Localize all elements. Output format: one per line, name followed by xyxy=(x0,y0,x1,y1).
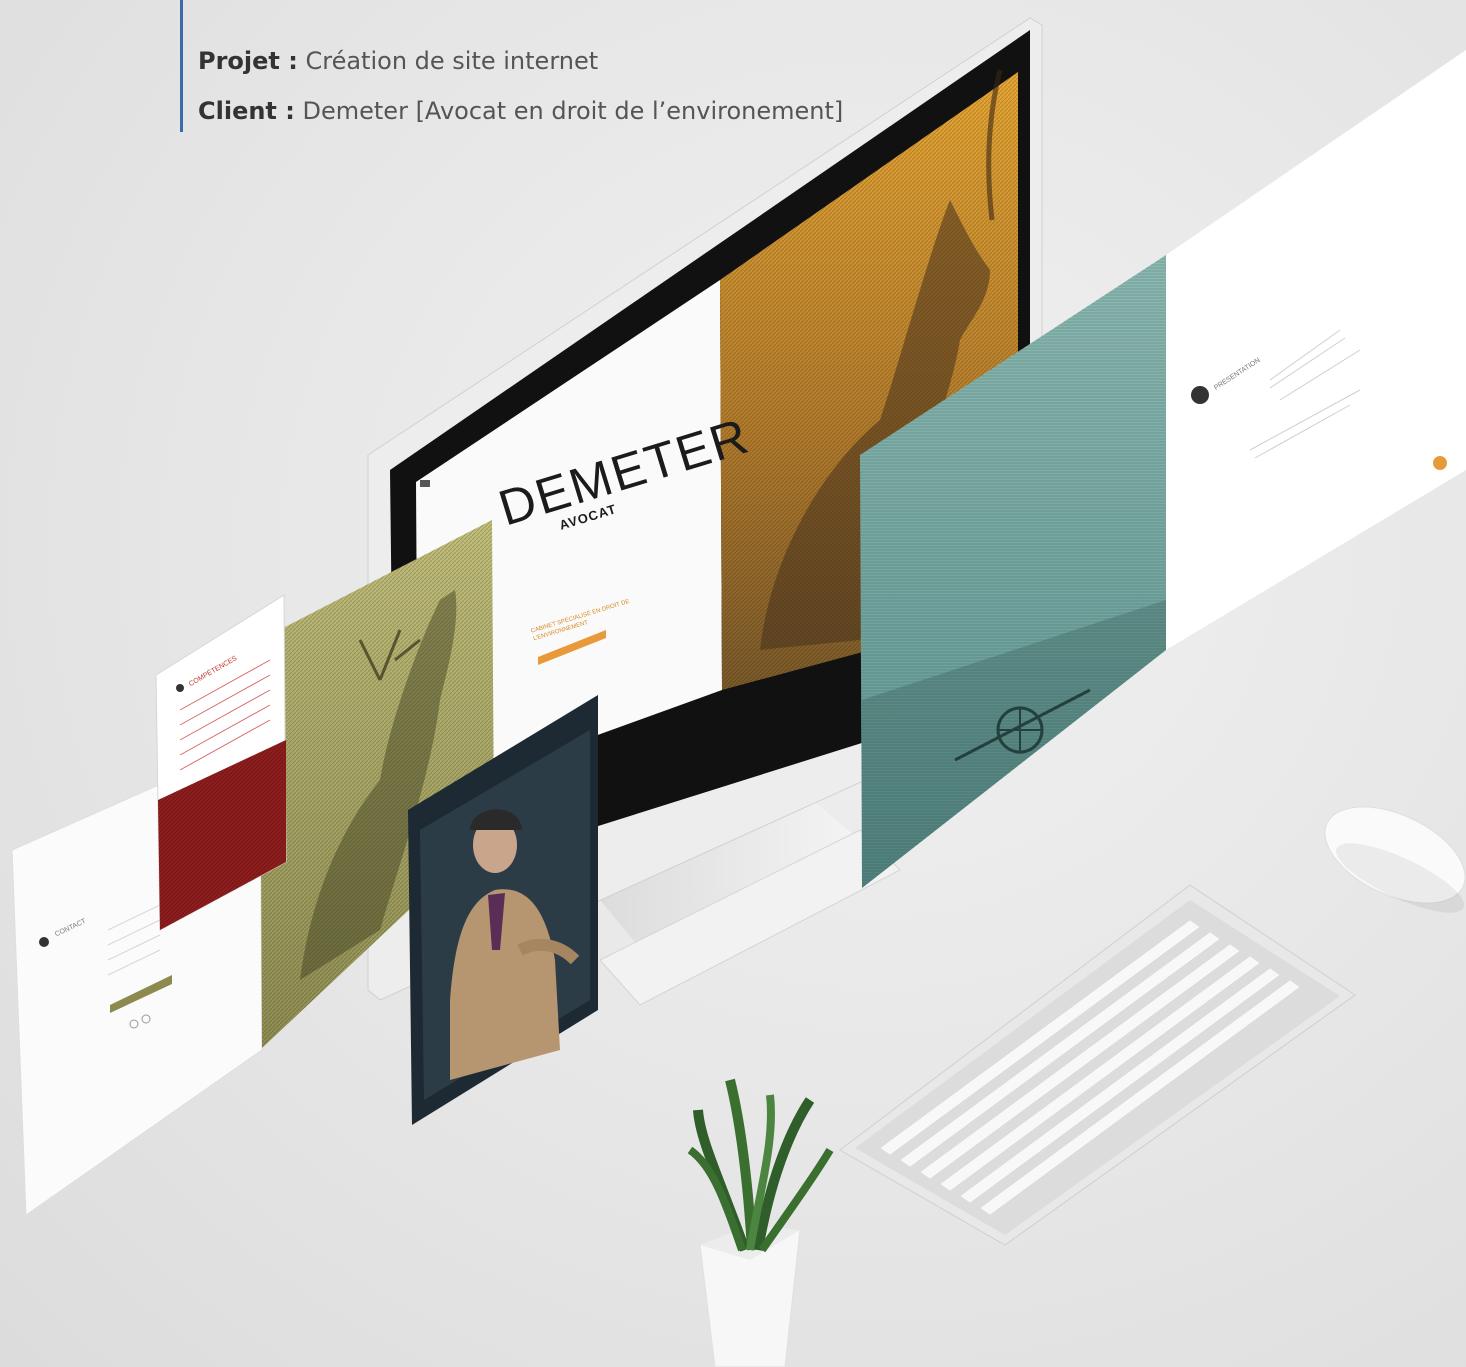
mouse xyxy=(1324,806,1466,913)
client-value: Demeter [Avocat en droit de l’environeme… xyxy=(302,97,844,125)
client-label: Client : xyxy=(198,97,295,125)
tablet-badge-icon xyxy=(176,684,184,692)
contact-badge-icon xyxy=(39,937,49,947)
project-label: Projet : xyxy=(198,47,298,75)
section-badge-icon xyxy=(1191,386,1209,404)
plant xyxy=(687,1078,834,1367)
menu-icon xyxy=(420,480,430,487)
project-info: Projet : Création de site internet Clien… xyxy=(180,0,843,132)
client-line: Client : Demeter [Avocat en droit de l’e… xyxy=(198,86,843,136)
device-scene xyxy=(11,17,1466,1367)
project-line: Projet : Création de site internet xyxy=(198,36,843,86)
mockup-stage: DEMETER AVOCAT CABINET SPÉCIALISÉ EN DRO… xyxy=(0,0,1466,1367)
scroll-button[interactable] xyxy=(1433,456,1447,470)
project-value: Création de site internet xyxy=(305,47,599,75)
keyboard xyxy=(839,884,1356,1246)
